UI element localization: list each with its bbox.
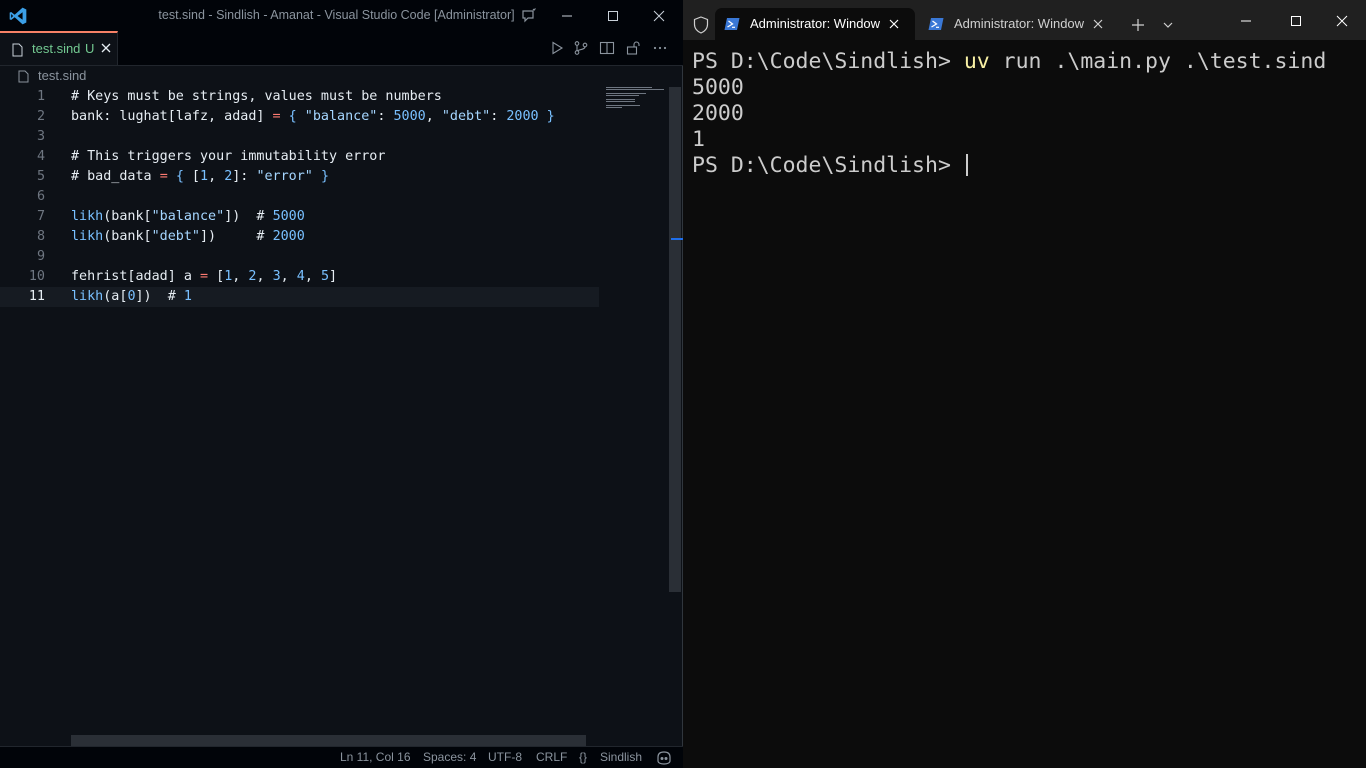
code-line[interactable]: 8 likh(bank["debt"]) # 2000 xyxy=(0,227,600,247)
line-number: 4 xyxy=(36,149,45,164)
cursor-position[interactable]: Ln 11, Col 16 xyxy=(340,750,411,764)
chat-icon[interactable] xyxy=(520,7,538,25)
code-line[interactable]: 1 # Keys must be strings, values must be… xyxy=(0,87,600,107)
line-number: 6 xyxy=(36,189,45,204)
text-cursor xyxy=(965,154,968,176)
tab-filename: test.sind xyxy=(32,41,81,56)
terminal-output[interactable]: PS D:\Code\Sindlish> uv run .\main.py .\… xyxy=(692,49,1362,179)
command-args: run .\main.py .\test.sind xyxy=(989,49,1327,74)
new-tab-icon[interactable] xyxy=(1129,16,1147,34)
code-line-active[interactable]: 11 likh(a[0]) # 1 xyxy=(0,287,600,307)
file-icon xyxy=(12,43,23,57)
line-text: # Keys must be strings, values must be n… xyxy=(71,89,442,104)
close-tab-icon[interactable] xyxy=(1091,17,1105,31)
command-line: PS D:\Code\Sindlish> uv run .\main.py .\… xyxy=(692,49,1362,75)
line-number: 9 xyxy=(36,249,45,264)
tab-git-status: U xyxy=(85,41,95,56)
prompt: PS D:\Code\Sindlish> xyxy=(692,153,964,178)
terminal-window: Administrator: Windows PowerShell Admini… xyxy=(683,0,1366,768)
line-text: likh(bank["debt"]) # 2000 xyxy=(71,229,305,244)
split-editor-icon[interactable] xyxy=(599,40,615,56)
line-number: 5 xyxy=(36,169,45,184)
prompt: PS D:\Code\Sindlish> xyxy=(692,49,964,74)
line-text: # bad_data = { [1, 2]: "error" } xyxy=(71,169,329,184)
line-number: 10 xyxy=(28,269,45,284)
terminal-tab-active[interactable]: Administrator: Windows PowerShell xyxy=(715,8,915,40)
horizontal-scrollbar[interactable] xyxy=(71,735,586,746)
powershell-icon xyxy=(724,18,740,30)
breadcrumb-file[interactable]: test.sind xyxy=(38,68,86,83)
maximize-icon xyxy=(608,10,618,21)
line-number: 3 xyxy=(36,129,45,144)
line-number: 7 xyxy=(36,209,45,224)
line-text: # This triggers your immutability error xyxy=(71,149,386,164)
minimize-icon xyxy=(562,15,572,16)
admin-shield-icon xyxy=(693,16,709,34)
close-tab-icon[interactable] xyxy=(887,17,901,31)
prompt-line[interactable]: PS D:\Code\Sindlish> xyxy=(692,153,1362,179)
lock-open-icon[interactable] xyxy=(626,40,642,56)
code-line[interactable]: 2 bank: lughat[lafz, adad] = { "balance"… xyxy=(0,107,600,127)
close-icon xyxy=(653,10,665,21)
status-bar: Ln 11, Col 16 Spaces: 4 UTF-8 CRLF {} Si… xyxy=(0,746,683,768)
code-editor[interactable]: 1 # Keys must be strings, values must be… xyxy=(0,87,683,747)
encoding[interactable]: UTF-8 xyxy=(488,750,522,764)
title-bar: test.sind - Sindlish - Amanat - Visual S… xyxy=(0,0,683,31)
close-window-button[interactable] xyxy=(1319,8,1365,34)
copilot-icon[interactable] xyxy=(656,750,672,765)
file-icon xyxy=(18,70,29,83)
output-line: 1 xyxy=(692,127,705,152)
line-number: 1 xyxy=(36,89,45,104)
code-line[interactable]: 5 # bad_data = { [1, 2]: "error" } xyxy=(0,167,600,187)
line-number: 11 xyxy=(28,289,45,304)
tab-title: Administrator: Windows PowerShell xyxy=(954,16,1084,31)
minimize-icon xyxy=(1241,20,1251,22)
indentation[interactable]: Spaces: 4 xyxy=(423,750,476,764)
command-exe: uv xyxy=(963,49,990,74)
vertical-scrollbar[interactable] xyxy=(669,87,681,592)
terminal-tab-bar: Administrator: Windows PowerShell Admini… xyxy=(683,0,1366,40)
minimap[interactable] xyxy=(604,87,668,117)
line-number: 8 xyxy=(36,229,45,244)
more-actions-icon[interactable] xyxy=(652,40,668,56)
editor-tab-test-sind[interactable]: test.sind U xyxy=(0,31,118,65)
line-text: fehrist[adad] a = [1, 2, 3, 4, 5] xyxy=(71,269,338,284)
tab-title: Administrator: Windows PowerShell xyxy=(750,16,880,31)
output-line: 5000 xyxy=(692,75,744,100)
close-tab-icon[interactable] xyxy=(99,41,113,55)
source-control-diff-icon[interactable] xyxy=(573,40,589,56)
close-icon xyxy=(1336,15,1348,27)
line-text: bank: lughat[lafz, adad] = { "balance": … xyxy=(71,109,555,124)
braces-icon: {} xyxy=(579,750,588,764)
powershell-icon xyxy=(928,18,944,30)
code-line[interactable]: 9 xyxy=(0,247,600,267)
close-window-button[interactable] xyxy=(636,0,682,31)
language-mode[interactable]: Sindlish xyxy=(600,750,642,764)
code-line[interactable]: 4 # This triggers your immutability erro… xyxy=(0,147,600,167)
breadcrumb[interactable]: test.sind xyxy=(0,65,683,87)
line-number: 2 xyxy=(36,109,45,124)
minimize-button[interactable] xyxy=(544,0,590,31)
scroll-position-marker xyxy=(671,238,683,240)
line-text: likh(a[0]) # 1 xyxy=(71,289,192,304)
editor-tab-bar: test.sind U xyxy=(0,31,683,66)
maximize-icon xyxy=(1291,16,1301,26)
line-ending[interactable]: CRLF xyxy=(536,750,567,764)
maximize-button[interactable] xyxy=(590,0,636,31)
chevron-down-icon[interactable] xyxy=(1159,16,1177,34)
output-line: 2000 xyxy=(692,101,744,126)
vscode-window: test.sind - Sindlish - Amanat - Visual S… xyxy=(0,0,683,768)
code-line[interactable]: 6 xyxy=(0,187,600,207)
code-line[interactable]: 10 fehrist[adad] a = [1, 2, 3, 4, 5] xyxy=(0,267,600,287)
code-line[interactable]: 3 xyxy=(0,127,600,147)
code-line[interactable]: 7 likh(bank["balance"]) # 5000 xyxy=(0,207,600,227)
line-text: likh(bank["balance"]) # 5000 xyxy=(71,209,305,224)
terminal-tab-inactive[interactable]: Administrator: Windows PowerShell xyxy=(919,8,1115,40)
maximize-button[interactable] xyxy=(1273,8,1319,34)
minimize-button[interactable] xyxy=(1223,8,1269,34)
run-icon[interactable] xyxy=(549,40,565,56)
